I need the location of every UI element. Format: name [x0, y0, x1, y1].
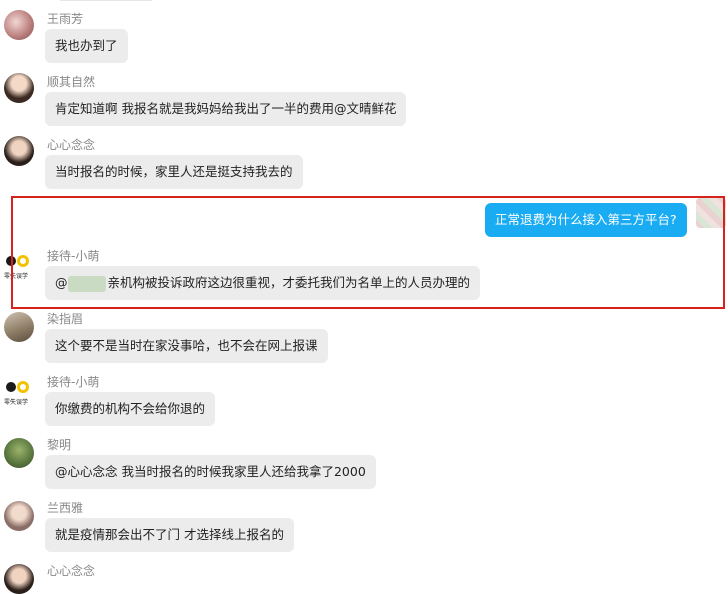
message-bubble: 就是疫情那会出不了门 才选择线上报名的: [45, 518, 294, 552]
avatar[interactable]: [4, 501, 34, 531]
sender-name: 顺其自然: [47, 75, 96, 89]
sender-name: 兰西雅: [47, 501, 84, 515]
avatar[interactable]: 零失误学: [4, 377, 34, 407]
sender-name: 王雨芳: [47, 12, 84, 26]
message-bubble: @ 亲机构被投诉政府这边很重视，才委托我们为名单上的人员办理的: [45, 266, 481, 300]
logo-caption: 零失误学: [4, 399, 29, 406]
divider: [60, 0, 152, 1]
avatar[interactable]: [696, 198, 726, 228]
sender-name: 心心念念: [47, 138, 96, 152]
sender-name: 心心念念: [47, 564, 96, 578]
message-bubble: 这个要不是当时在家没事哈，也不会在网上报课: [45, 329, 328, 363]
message-bubble: 你缴费的机构不会给你退的: [45, 392, 216, 426]
logo-caption: 零失误学: [4, 273, 29, 280]
sender-name: 黎明: [47, 438, 72, 452]
message-bubble: @心心念念 我当时报名的时候我家里人还给我拿了2000: [45, 455, 376, 489]
sender-name: 接待-小萌: [47, 249, 100, 263]
avatar[interactable]: 零失误学: [4, 251, 34, 281]
avatar[interactable]: [4, 438, 34, 468]
message-bubble-self: 正常退费为什么接入第三方平台?: [485, 203, 687, 237]
avatar[interactable]: [4, 10, 34, 40]
redacted-mention: [67, 275, 106, 292]
avatar[interactable]: [4, 73, 34, 103]
message-bubble: 我也办到了: [45, 29, 128, 63]
sender-name: 染指眉: [47, 312, 84, 326]
avatar[interactable]: [4, 136, 34, 166]
message-bubble: 当时报名的时候，家里人还是挺支持我去的: [45, 155, 303, 189]
message-text: 亲机构被投诉政府这边很重视，才委托我们为名单上的人员办理的: [107, 275, 471, 290]
avatar[interactable]: [4, 564, 34, 594]
sender-name: 接待-小萌: [47, 375, 100, 389]
mention-prefix: @: [55, 275, 68, 290]
avatar[interactable]: [4, 312, 34, 342]
message-bubble: 肯定知道啊 我报名就是我妈妈给我出了一半的费用@文晴鲜花: [45, 92, 407, 126]
